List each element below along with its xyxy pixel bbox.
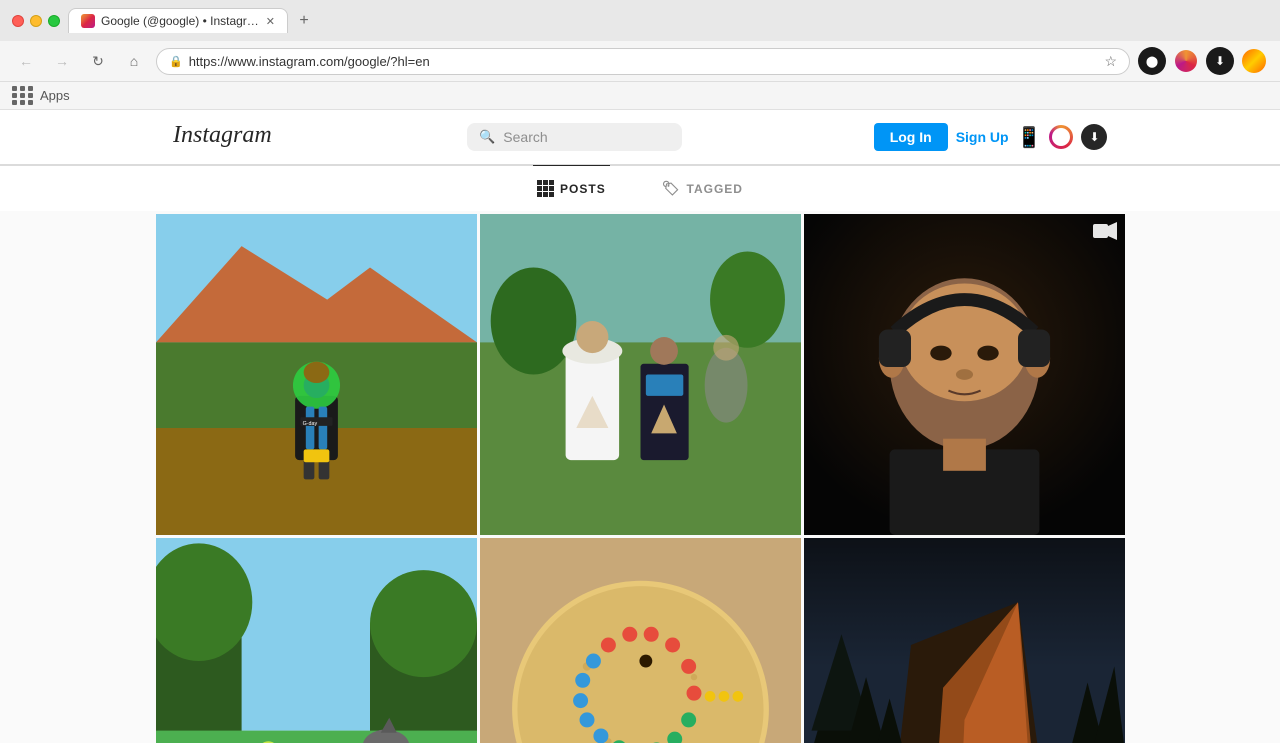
tab-title: Google (@google) • Instagram (101, 14, 260, 28)
grid-wrapper: G·day (153, 211, 1128, 743)
video-badge (1093, 222, 1117, 245)
signup-link[interactable]: Sign Up (956, 129, 1009, 145)
tab-close-button[interactable]: ✕ (266, 15, 275, 28)
apps-shortcut[interactable]: Apps (12, 86, 70, 105)
browser-toolbar: ← → ↻ ⌂ 🔒 https://www.instagram.com/goog… (0, 41, 1280, 82)
header-actions: Log In Sign Up 📱 ⬇ (874, 123, 1108, 151)
tagged-icon: 🏷 (662, 180, 681, 197)
post-item-1[interactable]: G·day (156, 214, 477, 535)
post-item-2[interactable] (480, 214, 801, 535)
minimize-button[interactable] (30, 15, 42, 27)
close-button[interactable] (12, 15, 24, 27)
extension-icon-1[interactable]: ⬤ (1138, 47, 1166, 75)
download-icon[interactable]: ⬇ (1081, 124, 1107, 150)
profile-avatar[interactable] (1240, 47, 1268, 75)
tab-posts[interactable]: POSTS (533, 165, 610, 211)
apps-label: Apps (40, 88, 70, 103)
back-button[interactable]: ← (12, 47, 40, 75)
search-icon: 🔍 (479, 129, 495, 145)
browser-titlebar: Google (@google) • Instagram ✕ + (0, 0, 1280, 41)
post-item-6[interactable] (804, 538, 1125, 743)
search-bar[interactable]: 🔍 Search (467, 123, 682, 151)
header-inner: Instagram 🔍 Search Log In Sign Up 📱 ⬇ (153, 120, 1128, 154)
svg-text:G·day: G·day (302, 421, 317, 427)
apps-bar: Apps (0, 82, 1280, 110)
post-item-5[interactable] (480, 538, 801, 743)
extension-icon-2[interactable] (1172, 47, 1200, 75)
instagram-logo[interactable]: Instagram (173, 120, 276, 154)
posts-tab-label: POSTS (560, 182, 606, 196)
tab-bar: Google (@google) • Instagram ✕ + (68, 8, 1268, 33)
forward-button[interactable]: → (48, 47, 76, 75)
address-bar[interactable]: 🔒 https://www.instagram.com/google/?hl=e… (156, 48, 1130, 75)
toolbar-icons: ⬤ ⬇ (1138, 47, 1268, 75)
url-text: https://www.instagram.com/google/?hl=en (189, 54, 1099, 69)
apps-grid-icon (12, 86, 34, 105)
maximize-button[interactable] (48, 15, 60, 27)
tab-tagged[interactable]: 🏷 TAGGED (658, 165, 747, 211)
extension-icon-3[interactable]: ⬇ (1206, 47, 1234, 75)
traffic-lights (12, 15, 60, 27)
active-tab[interactable]: Google (@google) • Instagram ✕ (68, 8, 288, 33)
post-item-4[interactable] (156, 538, 477, 743)
bookmark-star-icon[interactable]: ☆ (1104, 53, 1117, 70)
home-button[interactable]: ⌂ (120, 47, 148, 75)
new-tab-button[interactable]: + (292, 9, 316, 33)
instagram-page: Instagram 🔍 Search Log In Sign Up 📱 ⬇ (0, 110, 1280, 743)
posts-grid: G·day (153, 211, 1128, 743)
posts-grid-icon (537, 180, 554, 197)
instagram-favicon (81, 14, 95, 28)
phone-icon[interactable]: 📱 (1017, 125, 1042, 150)
profile-tabs: POSTS 🏷 TAGGED (0, 165, 1280, 211)
browser-chrome: Google (@google) • Instagram ✕ + ← → ↻ ⌂… (0, 0, 1280, 110)
refresh-button[interactable]: ↻ (84, 47, 112, 75)
page-content: G·day (0, 211, 1280, 743)
lock-icon: 🔒 (169, 55, 183, 68)
post-item-3[interactable] (804, 214, 1125, 535)
search-placeholder: Search (503, 129, 547, 145)
colorful-icon[interactable] (1049, 125, 1073, 149)
login-button[interactable]: Log In (874, 123, 948, 151)
tagged-tab-label: TAGGED (687, 182, 743, 196)
svg-text:Instagram: Instagram (173, 122, 272, 148)
instagram-header: Instagram 🔍 Search Log In Sign Up 📱 ⬇ (0, 110, 1280, 165)
